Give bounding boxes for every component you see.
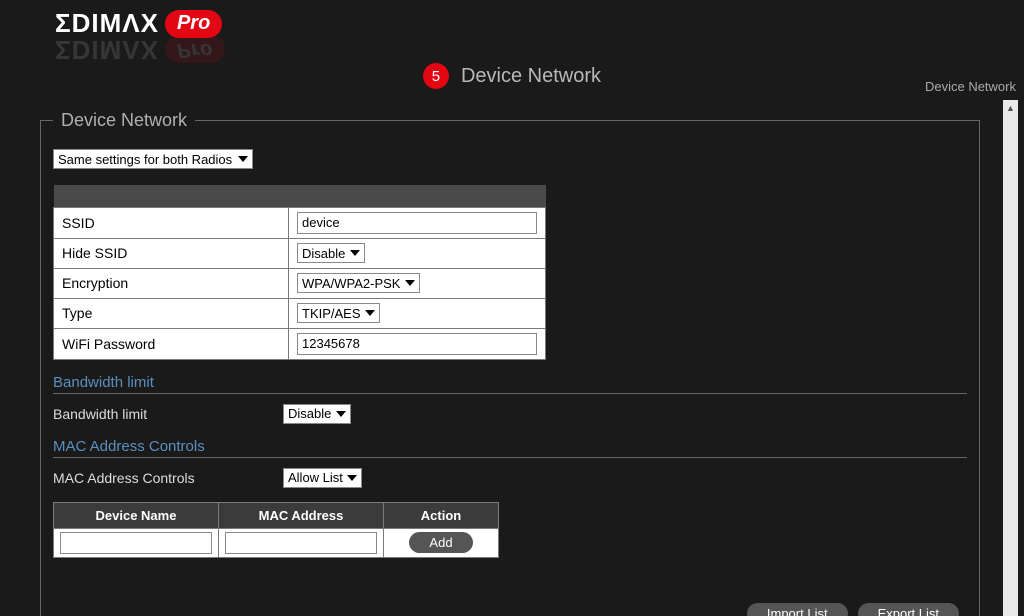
mac-table: Device Name MAC Address Action Add — [53, 502, 499, 558]
footer-buttons: Import List Export List — [53, 603, 967, 616]
mac-address-input[interactable] — [225, 532, 377, 554]
settings-header-value — [289, 185, 546, 207]
breadcrumb: Device Network — [925, 79, 1016, 94]
bandwidth-limit-select[interactable]: Disable — [283, 404, 351, 424]
mac-col-mac: MAC Address — [219, 502, 384, 528]
table-row: Add — [54, 528, 499, 557]
brand-logo-reflection: ΣDIMΛX Pro — [55, 34, 225, 65]
scrollbar[interactable]: ▲ — [1003, 100, 1018, 616]
settings-header-label — [54, 185, 289, 207]
ssid-input[interactable] — [297, 212, 537, 234]
ssid-label: SSID — [54, 207, 289, 238]
mac-controls-label: MAC Address Controls — [53, 470, 271, 486]
export-list-button[interactable]: Export List — [858, 603, 959, 616]
panel-legend: Device Network — [53, 110, 195, 131]
type-label: Type — [54, 298, 289, 328]
add-button[interactable]: Add — [409, 532, 472, 553]
scroll-up-icon[interactable]: ▲ — [1003, 100, 1018, 115]
encryption-select[interactable]: WPA/WPA2-PSK — [297, 273, 420, 293]
hide-ssid-select[interactable]: Disable — [297, 243, 365, 263]
type-select[interactable]: TKIP/AES — [297, 303, 380, 323]
page-title-row: 5 Device Network — [0, 63, 1024, 89]
network-settings-table: SSID Hide SSID Disable Encryption — [53, 185, 546, 360]
hide-ssid-label: Hide SSID — [54, 238, 289, 268]
mac-col-name: Device Name — [54, 502, 219, 528]
bandwidth-heading: Bandwidth limit — [53, 374, 967, 394]
device-network-panel: Device Network Same settings for both Ra… — [40, 110, 980, 616]
page-title: Device Network — [461, 65, 601, 88]
encryption-label: Encryption — [54, 268, 289, 298]
mac-col-action: Action — [384, 502, 499, 528]
import-list-button[interactable]: Import List — [747, 603, 848, 616]
device-name-input[interactable] — [60, 532, 212, 554]
mac-controls-select[interactable]: Allow List — [283, 468, 362, 488]
wifi-password-input[interactable] — [297, 333, 537, 355]
bandwidth-limit-label: Bandwidth limit — [53, 406, 271, 422]
radio-mode-select[interactable]: Same settings for both Radios — [53, 149, 253, 169]
wifi-password-label: WiFi Password — [54, 328, 289, 359]
step-badge: 5 — [423, 63, 449, 89]
mac-heading: MAC Address Controls — [53, 438, 967, 458]
